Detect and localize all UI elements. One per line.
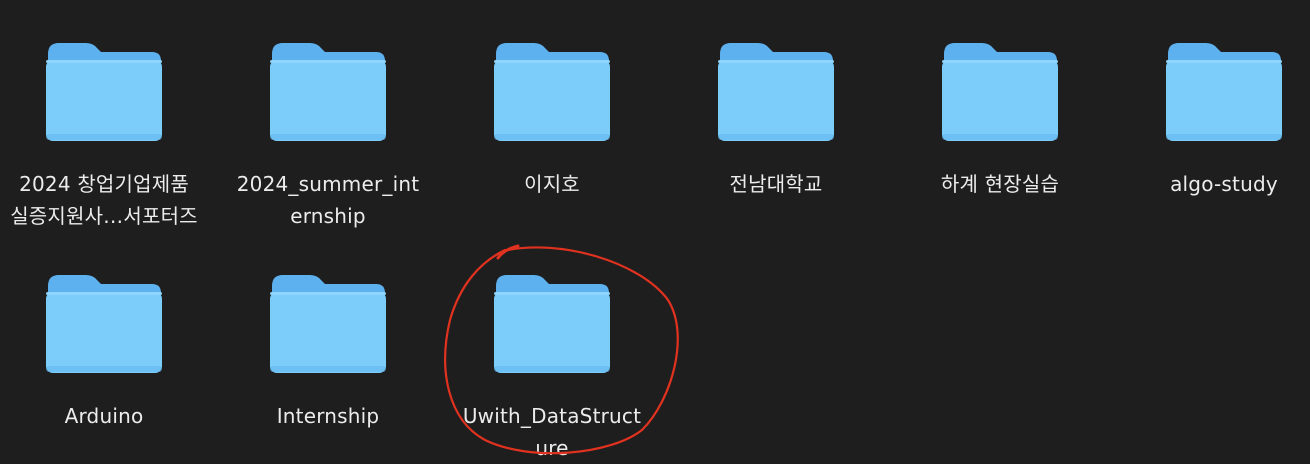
folder-item[interactable]: 이지호 [440, 0, 664, 210]
folder-icon[interactable] [44, 272, 164, 374]
folder-icon[interactable] [940, 40, 1060, 142]
finder-icon-grid: 2024 창업기업제품 실증지원사…서포터즈 2024_summer_int e… [0, 0, 1310, 464]
folder-item[interactable]: 2024_summer_int ernship [216, 0, 440, 228]
folder-name: algo-study [1170, 172, 1278, 196]
folder-icon[interactable] [268, 40, 388, 142]
folder-name: Arduino [64, 404, 144, 428]
folder-icon[interactable] [492, 272, 612, 374]
folder-name: Internship [276, 404, 380, 428]
folder-name: 전남대학교 [729, 172, 823, 196]
folder-icon[interactable] [44, 40, 164, 142]
folder-name: 2024_summer_int ernship [236, 172, 420, 228]
folder-item[interactable]: algo-study [1112, 0, 1310, 210]
folder-name: Uwith_DataStruct ure [462, 404, 642, 460]
folder-item[interactable]: 2024 창업기업제품 실증지원사…서포터즈 [0, 0, 216, 228]
folder-icon[interactable] [268, 272, 388, 374]
folder-item[interactable]: 전남대학교 [664, 0, 888, 210]
folder-name: 이지호 [524, 172, 580, 196]
folder-icon[interactable] [492, 40, 612, 142]
folder-item[interactable]: 하계 현장실습 [888, 0, 1112, 210]
folder-name: 2024 창업기업제품 실증지원사…서포터즈 [10, 172, 198, 228]
folder-icon[interactable] [716, 40, 836, 142]
folder-icon[interactable] [1164, 40, 1284, 142]
folder-item[interactable]: Arduino [0, 232, 216, 442]
folder-name: 하계 현장실습 [940, 172, 1060, 196]
folder-item[interactable]: Internship [216, 232, 440, 442]
folder-item[interactable]: Uwith_DataStruct ure [440, 232, 664, 460]
